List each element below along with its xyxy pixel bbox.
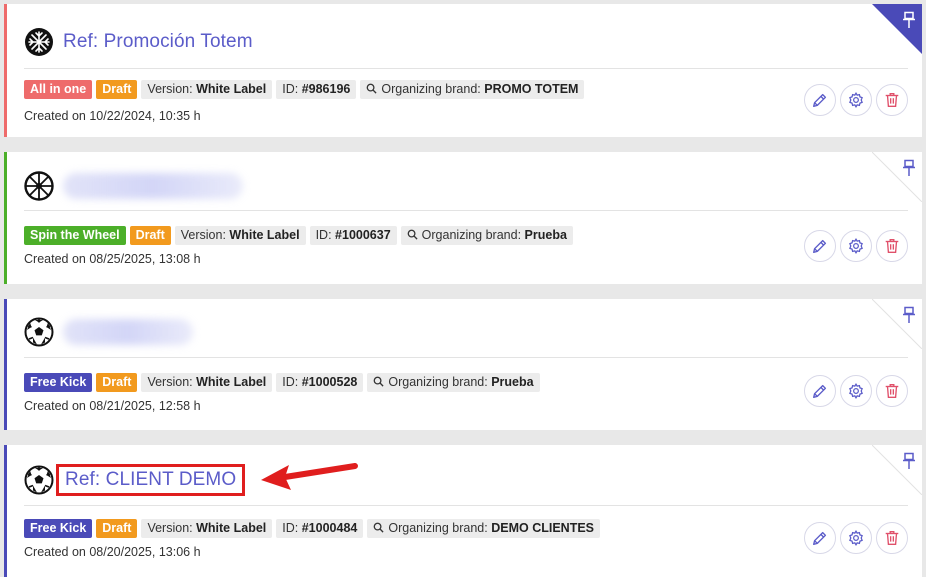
pin-toggle[interactable] bbox=[872, 4, 922, 54]
id-tag: ID: #1000637 bbox=[309, 226, 397, 245]
card-header: Ref: Promoción Totem bbox=[24, 22, 842, 62]
status-badge: Draft bbox=[96, 373, 138, 392]
pin-toggle[interactable] bbox=[872, 445, 922, 495]
campaign-card: Free Kick Draft Version: White Label ID:… bbox=[4, 299, 922, 430]
snowflake-icon bbox=[25, 28, 53, 56]
trash-icon bbox=[885, 531, 899, 545]
pin-icon bbox=[903, 159, 915, 176]
created-date: Created on 10/22/2024, 10:35 h bbox=[24, 109, 201, 123]
tag-row: Free Kick Draft Version: White Label ID:… bbox=[24, 373, 540, 392]
gear-icon bbox=[849, 530, 863, 546]
brand-tag: Organizing brand: Prueba bbox=[367, 373, 540, 392]
pencil-icon bbox=[813, 384, 827, 398]
type-badge: Free Kick bbox=[24, 519, 93, 538]
brand-tag: Organizing brand: DEMO CLIENTES bbox=[367, 519, 601, 538]
pencil-icon bbox=[813, 531, 827, 545]
divider bbox=[24, 357, 908, 358]
id-tag: ID: #986196 bbox=[276, 80, 357, 99]
pin-icon bbox=[903, 452, 915, 469]
id-tag: ID: #1000528 bbox=[276, 373, 364, 392]
card-actions bbox=[804, 230, 908, 262]
type-badge: Spin the Wheel bbox=[24, 226, 126, 245]
settings-button[interactable] bbox=[840, 230, 872, 262]
red-annotation-arrow-icon bbox=[261, 463, 358, 490]
type-badge: Free Kick bbox=[24, 373, 93, 392]
tag-row: Free Kick Draft Version: White Label ID:… bbox=[24, 519, 601, 538]
delete-button[interactable] bbox=[876, 230, 908, 262]
card-actions bbox=[804, 84, 908, 116]
campaign-title-link[interactable]: Ref: Promoción Totem bbox=[63, 31, 253, 53]
status-badge: Draft bbox=[96, 80, 138, 99]
created-date: Created on 08/20/2025, 13:06 h bbox=[24, 545, 201, 559]
edit-button[interactable] bbox=[804, 375, 836, 407]
divider bbox=[24, 68, 908, 69]
blurred-title bbox=[63, 319, 193, 345]
pencil-icon bbox=[813, 239, 827, 253]
card-header: Ref: CLIENT DEMO bbox=[24, 460, 842, 500]
status-badge: Draft bbox=[129, 226, 171, 245]
card-header bbox=[24, 166, 842, 206]
pin-icon bbox=[903, 306, 915, 323]
pin-toggle[interactable] bbox=[872, 299, 922, 349]
delete-button[interactable] bbox=[876, 522, 908, 554]
delete-button[interactable] bbox=[876, 375, 908, 407]
created-date: Created on 08/25/2025, 13:08 h bbox=[24, 252, 201, 266]
settings-button[interactable] bbox=[840, 375, 872, 407]
edit-button[interactable] bbox=[804, 84, 836, 116]
edit-button[interactable] bbox=[804, 522, 836, 554]
settings-button[interactable] bbox=[840, 522, 872, 554]
pin-toggle[interactable] bbox=[872, 152, 922, 202]
settings-button[interactable] bbox=[840, 84, 872, 116]
created-date: Created on 08/21/2025, 12:58 h bbox=[24, 399, 201, 413]
delete-button[interactable] bbox=[876, 84, 908, 116]
gear-icon bbox=[849, 92, 863, 108]
trash-icon bbox=[885, 93, 899, 107]
gear-icon bbox=[849, 383, 863, 399]
divider bbox=[24, 505, 908, 506]
trash-icon bbox=[885, 384, 899, 398]
soccer-ball-icon bbox=[24, 317, 54, 347]
tag-row: All in one Draft Version: White Label ID… bbox=[24, 80, 585, 99]
card-actions bbox=[804, 522, 908, 554]
search-icon bbox=[374, 522, 384, 533]
divider bbox=[24, 210, 908, 211]
type-badge: All in one bbox=[24, 80, 93, 99]
version-tag: Version: White Label bbox=[141, 80, 273, 99]
version-tag: Version: White Label bbox=[174, 226, 306, 245]
search-icon bbox=[374, 376, 384, 387]
edit-button[interactable] bbox=[804, 230, 836, 262]
campaign-title-link[interactable]: Ref: CLIENT DEMO bbox=[55, 464, 246, 496]
card-header bbox=[24, 312, 842, 352]
card-accent bbox=[4, 299, 7, 430]
brand-tag: Organizing brand: Prueba bbox=[400, 226, 573, 245]
search-icon bbox=[367, 83, 377, 94]
pin-icon bbox=[903, 11, 915, 28]
campaign-card: Ref: Promoción Totem All in one Draft Ve… bbox=[4, 4, 922, 137]
version-tag: Version: White Label bbox=[141, 373, 273, 392]
card-accent bbox=[4, 445, 7, 577]
id-tag: ID: #1000484 bbox=[276, 519, 364, 538]
gear-icon bbox=[849, 238, 863, 254]
status-badge: Draft bbox=[96, 519, 138, 538]
card-accent bbox=[4, 152, 7, 284]
brand-tag: Organizing brand: PROMO TOTEM bbox=[360, 80, 585, 99]
card-accent bbox=[4, 4, 7, 137]
campaign-card: Spin the Wheel Draft Version: White Labe… bbox=[4, 152, 922, 284]
wheel-icon bbox=[24, 171, 54, 201]
trash-icon bbox=[885, 239, 899, 253]
campaign-card: Ref: CLIENT DEMO Free Kick Draft Version… bbox=[4, 445, 922, 577]
version-tag: Version: White Label bbox=[141, 519, 273, 538]
blurred-title bbox=[63, 173, 243, 199]
search-icon bbox=[407, 229, 418, 240]
card-actions bbox=[804, 375, 908, 407]
soccer-ball-icon bbox=[24, 465, 54, 495]
tag-row: Spin the Wheel Draft Version: White Labe… bbox=[24, 226, 573, 245]
pencil-icon bbox=[813, 93, 827, 107]
